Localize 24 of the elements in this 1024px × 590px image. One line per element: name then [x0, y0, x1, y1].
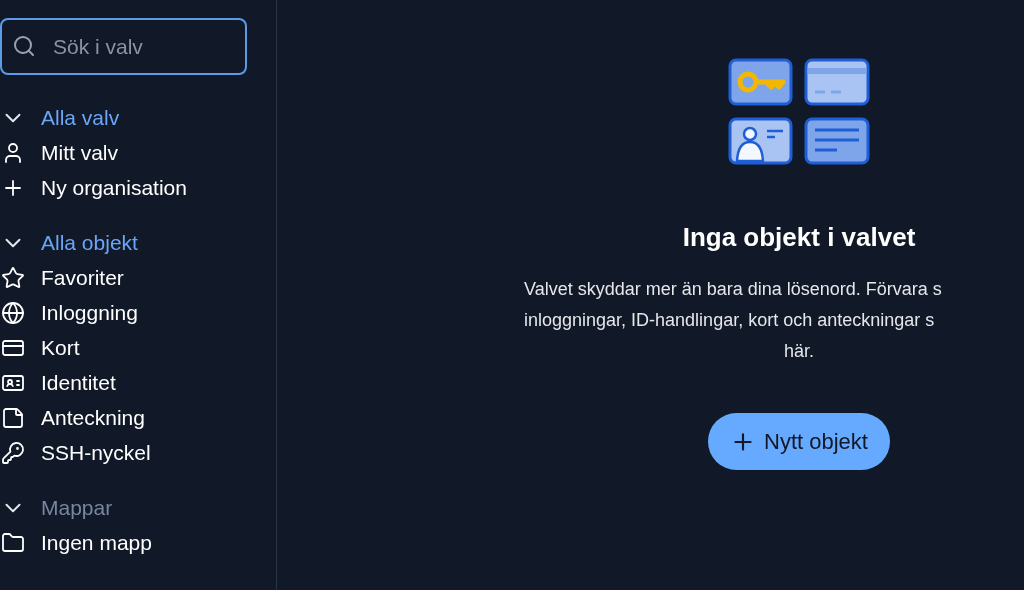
note-icon [0, 405, 26, 430]
new-item-button[interactable]: Nytt objekt [708, 413, 890, 470]
section-heading[interactable]: Alla objekt [41, 226, 138, 259]
sidebar-item[interactable]: Kort [41, 331, 80, 364]
search-field[interactable]: Sök i valv [0, 18, 247, 75]
empty-state-heading: Inga objekt i valvet [682, 221, 916, 254]
description-text: Valvet skyddar mer än bara dina lösenord. Förvara s [524, 278, 942, 301]
sidebar-item[interactable]: Inloggning [41, 296, 138, 329]
sidebar-item[interactable]: Ingen mapp [41, 526, 152, 559]
globe-icon [0, 300, 26, 325]
key-icon [0, 440, 26, 465]
section-heading[interactable]: Alla valv [41, 101, 120, 134]
sidebar-item[interactable]: Anteckning [41, 401, 145, 434]
sidebar-item[interactable]: Identitet [41, 366, 116, 399]
section-heading[interactable]: Mappar [41, 491, 113, 524]
star-icon [0, 265, 26, 290]
sidebar-item[interactable]: SSH-nyckel [41, 436, 151, 469]
sidebar-item[interactable]: Favoriter [41, 261, 124, 294]
description-text: här. [784, 340, 814, 363]
sidebar-item[interactable]: Ny organisation [41, 171, 187, 204]
sidebar-item[interactable]: Mitt valv [41, 136, 118, 169]
folder-icon [0, 530, 26, 555]
search-icon [12, 34, 36, 58]
description-text: inloggningar, ID-handlingar, kort och anteckningar s [524, 309, 935, 332]
